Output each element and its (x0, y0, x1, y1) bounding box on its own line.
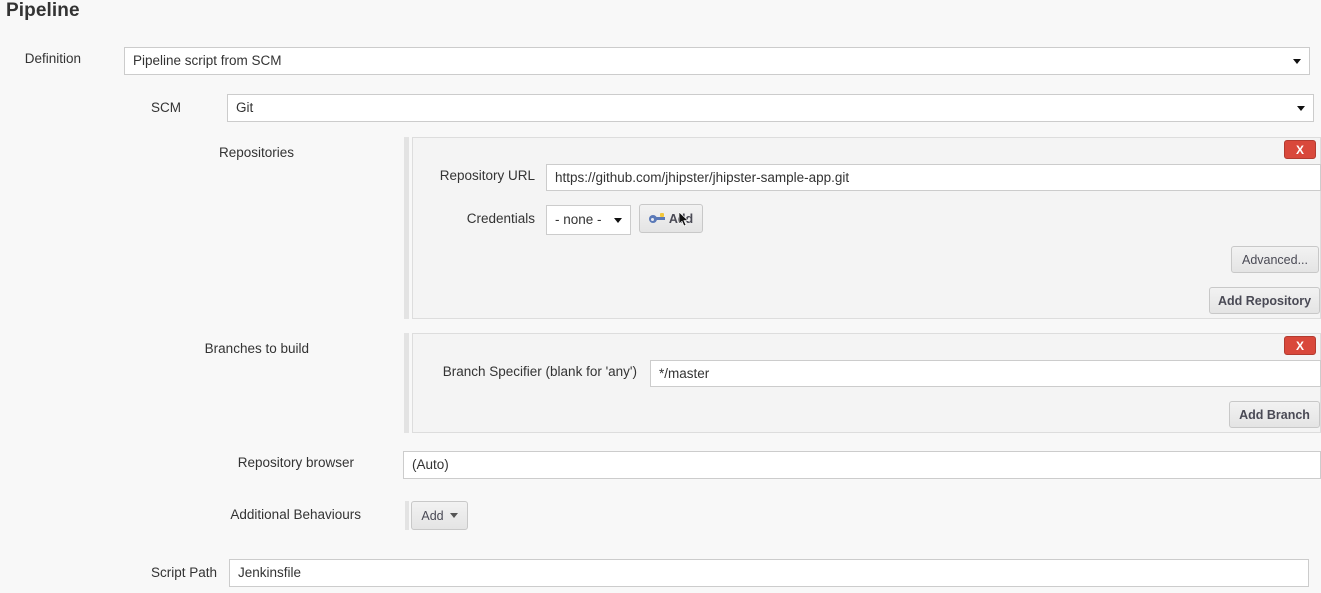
add-repository-button[interactable]: Add Repository (1209, 287, 1320, 314)
repositories-panel-rail (404, 137, 409, 319)
scm-select[interactable]: Git (227, 94, 1314, 122)
chevron-down-icon (1293, 59, 1301, 64)
definition-label: Definition (0, 51, 81, 67)
script-path-input[interactable]: Jenkinsfile (229, 559, 1309, 587)
add-branch-button[interactable]: Add Branch (1229, 401, 1320, 428)
add-credentials-button[interactable]: Add (639, 204, 703, 233)
repository-browser-label: Repository browser (180, 455, 354, 471)
repository-browser-select-value: (Auto) (412, 458, 449, 472)
credentials-label: Credentials (375, 211, 535, 227)
add-credentials-label: Add (669, 212, 693, 226)
definition-select[interactable]: Pipeline script from SCM (124, 47, 1310, 75)
advanced-repository-button[interactable]: Advanced... (1231, 246, 1319, 273)
chevron-down-icon (614, 218, 622, 223)
branches-panel-rail (404, 333, 409, 433)
branch-specifier-input[interactable]: */master (650, 360, 1321, 387)
scm-label: SCM (100, 100, 181, 116)
chevron-down-icon (1297, 106, 1305, 111)
additional-behaviours-rail (405, 501, 409, 530)
script-path-label: Script Path (96, 565, 217, 581)
repositories-label: Repositories (180, 145, 294, 161)
additional-behaviours-label: Additional Behaviours (180, 507, 361, 523)
page-title: Pipeline (6, 0, 80, 22)
delete-repository-button[interactable]: X (1284, 140, 1316, 159)
delete-branch-button[interactable]: X (1284, 336, 1316, 355)
branch-specifier-label: Branch Specifier (blank for 'any') (375, 364, 637, 380)
repository-url-input[interactable]: https://github.com/jhipster/jhipster-sam… (546, 164, 1321, 191)
repository-url-label: Repository URL (375, 168, 535, 184)
chevron-down-icon (450, 513, 458, 518)
definition-select-value: Pipeline script from SCM (133, 54, 282, 68)
credentials-select[interactable]: - none - (546, 205, 631, 235)
repository-browser-select[interactable]: (Auto) (403, 451, 1321, 479)
key-icon (649, 213, 665, 224)
add-behaviour-button[interactable]: Add (411, 501, 468, 530)
scm-select-value: Git (236, 101, 253, 115)
credentials-select-value: - none - (555, 213, 602, 227)
branches-to-build-label: Branches to build (180, 341, 309, 357)
add-behaviour-label: Add (421, 509, 443, 523)
